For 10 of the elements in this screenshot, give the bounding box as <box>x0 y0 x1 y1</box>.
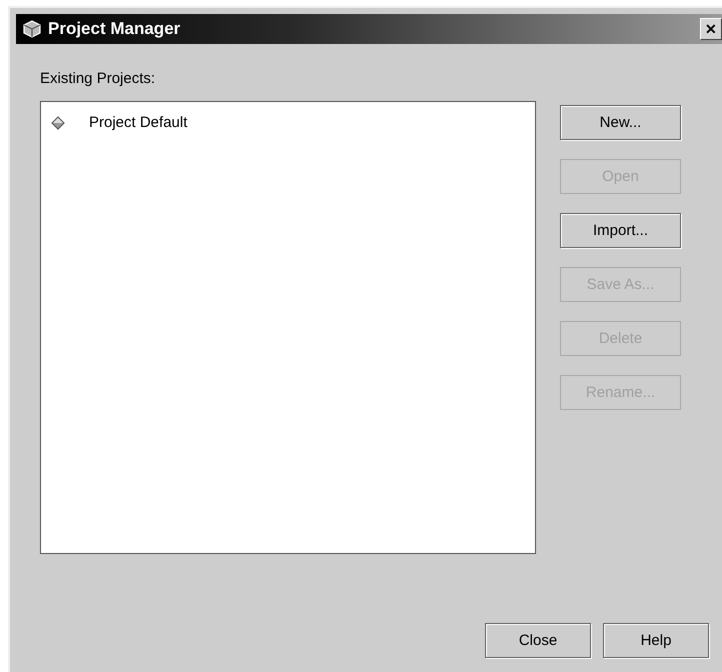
dialog-button[interactable]: Help <box>603 623 709 658</box>
side-button[interactable]: New... <box>560 105 681 140</box>
diamond-icon <box>51 116 65 130</box>
side-button[interactable]: Import... <box>560 213 681 248</box>
project-item[interactable]: Project Default <box>47 112 529 133</box>
window-title: Project Manager <box>48 19 182 39</box>
dialog-button[interactable]: Close <box>485 623 591 658</box>
cube-icon <box>22 19 42 39</box>
list-label: Existing Projects: <box>40 70 156 87</box>
close-button[interactable]: ✕ <box>700 18 722 40</box>
